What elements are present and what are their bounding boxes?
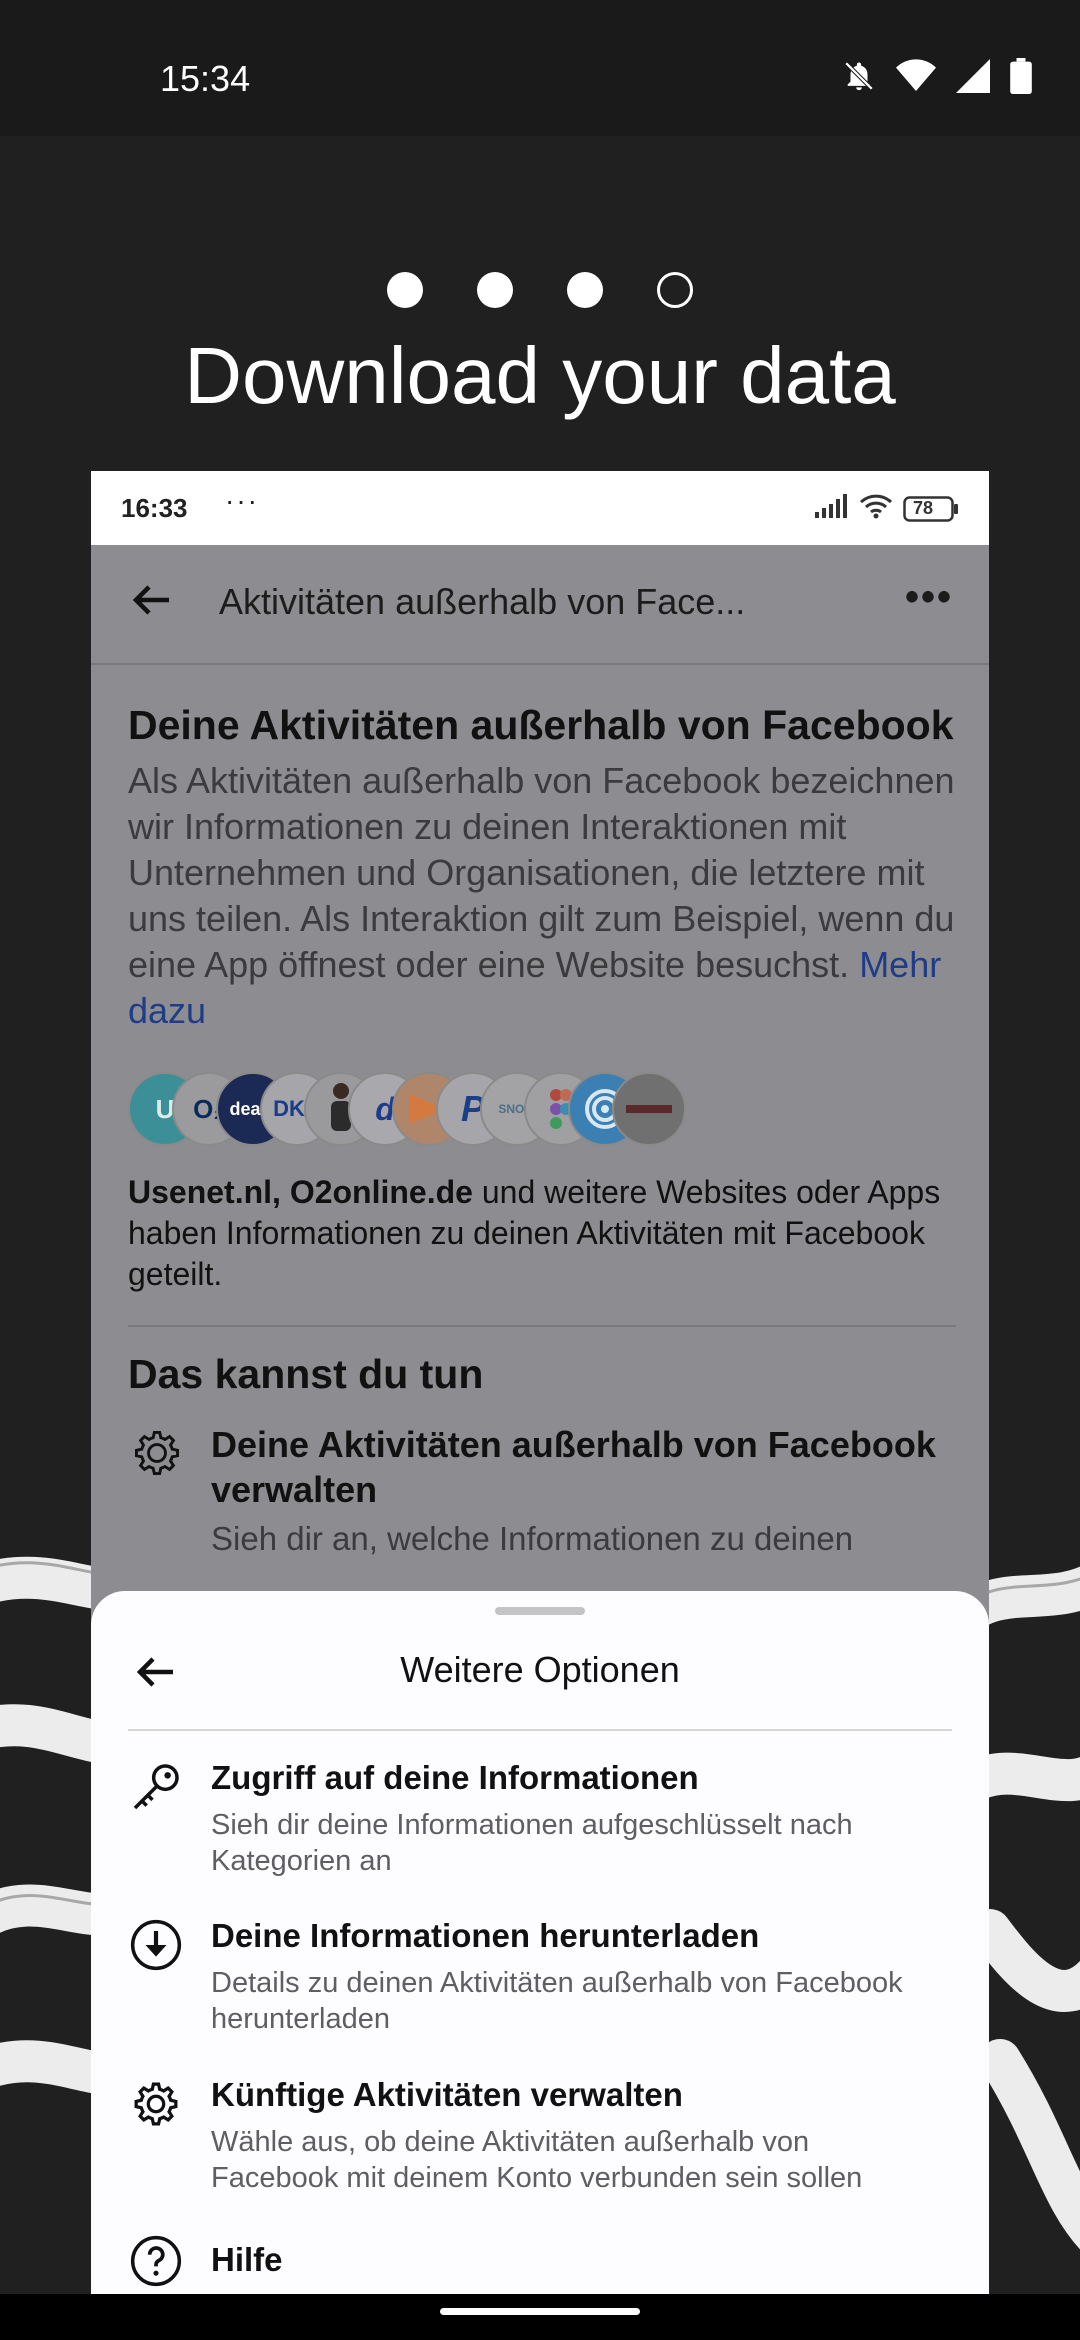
page-dot-1 bbox=[387, 272, 423, 308]
inner-battery-icon: 78 bbox=[903, 495, 959, 522]
option-manage-future-title: Künftige Aktivitäten verwalten bbox=[211, 2076, 683, 2113]
key-icon bbox=[128, 1759, 184, 1820]
inner-status-icons: 78 bbox=[815, 493, 959, 524]
section-title: Das kannst du tun bbox=[128, 1351, 484, 1397]
activity-heading: Deine Aktivitäten außerhalb von Facebook bbox=[128, 702, 954, 748]
manage-activity-row[interactable]: Deine Aktivitäten außerhalb von Facebook… bbox=[128, 1422, 956, 1558]
onboarding-headline: Download your data bbox=[184, 331, 896, 420]
inner-status-more: ··· bbox=[225, 485, 259, 516]
fb-app-header: Aktivitäten außerhalb von Face... ••• bbox=[91, 545, 989, 665]
more-options-sheet: Weitere Optionen Zugriff auf deine Infor… bbox=[91, 1591, 989, 2294]
activity-description-text: Als Aktivitäten außerhalb von Facebook b… bbox=[128, 760, 955, 985]
page-indicator bbox=[0, 272, 1080, 308]
gear-icon bbox=[128, 2076, 184, 2137]
option-download-info-subtitle: Details zu deinen Aktivitäten außerhalb … bbox=[211, 1967, 903, 2035]
option-help[interactable]: Hilfe bbox=[128, 2233, 952, 2293]
download-icon bbox=[128, 1917, 184, 1978]
more-options-icon[interactable]: ••• bbox=[905, 575, 953, 620]
fb-content: Deine Aktivitäten außerhalb von Facebook… bbox=[128, 699, 956, 1558]
gear-icon bbox=[128, 1424, 186, 1487]
fb-header-title: Aktivitäten außerhalb von Face... bbox=[219, 581, 746, 622]
shared-sites-bold: Usenet.nl, O2online.de bbox=[128, 1174, 473, 1210]
manage-activity-subtitle: Sieh dir an, welche Informationen zu dei… bbox=[211, 1520, 854, 1557]
page-dot-4 bbox=[657, 272, 693, 308]
content-divider bbox=[128, 1325, 956, 1327]
sheet-title: Weitere Optionen bbox=[400, 1649, 680, 1690]
status-icons bbox=[842, 58, 1032, 94]
back-arrow-icon[interactable] bbox=[131, 583, 171, 622]
activity-description: Als Aktivitäten außerhalb von Facebook b… bbox=[128, 758, 956, 1034]
help-icon bbox=[128, 2233, 184, 2294]
signal-icon bbox=[956, 59, 990, 93]
inner-status-time: 16:33 bbox=[121, 493, 188, 523]
manage-activity-title: Deine Aktivitäten außerhalb von Facebook… bbox=[211, 1424, 936, 1510]
embedded-screenshot: 16:33 ··· 78 Aktivitäten außerhalb von F… bbox=[91, 471, 989, 2294]
navigation-bar bbox=[0, 2294, 1080, 2340]
option-help-title: Hilfe bbox=[211, 2241, 283, 2278]
inner-battery-level: 78 bbox=[913, 497, 934, 518]
bell-off-icon bbox=[842, 59, 876, 93]
option-access-info[interactable]: Zugriff auf deine Informationen Sieh dir… bbox=[128, 1759, 952, 1879]
option-access-info-subtitle: Sieh dir deine Informationen aufgeschlüs… bbox=[211, 1809, 853, 1877]
sheet-drag-handle[interactable] bbox=[495, 1607, 585, 1615]
shared-sites-text: Usenet.nl, O2online.de und weitere Websi… bbox=[128, 1172, 956, 1295]
battery-icon bbox=[1010, 58, 1032, 94]
option-access-info-title: Zugriff auf deine Informationen bbox=[211, 1759, 699, 1796]
wifi-icon bbox=[896, 59, 936, 93]
page-dot-2 bbox=[477, 272, 513, 308]
status-bar: 15:34 bbox=[0, 0, 1080, 136]
sheet-divider bbox=[128, 1729, 952, 1731]
option-manage-future-subtitle: Wähle aus, ob deine Aktivitäten außerhal… bbox=[211, 2126, 863, 2194]
business-logos: U O₂ dealo DKB d P SNOW bbox=[128, 1072, 956, 1152]
logo-dark bbox=[612, 1072, 686, 1146]
home-gesture-pill[interactable] bbox=[440, 2308, 640, 2315]
option-manage-future[interactable]: Künftige Aktivitäten verwalten Wähle aus… bbox=[128, 2076, 952, 2196]
option-download-info[interactable]: Deine Informationen herunterladen Detail… bbox=[128, 1917, 952, 2037]
status-time: 15:34 bbox=[160, 58, 251, 99]
inner-status-bar: 16:33 ··· 78 bbox=[91, 471, 989, 545]
inner-wifi-icon bbox=[859, 493, 893, 524]
page-dot-3 bbox=[567, 272, 603, 308]
option-download-info-title: Deine Informationen herunterladen bbox=[211, 1917, 760, 1954]
inner-signal-icon bbox=[815, 494, 849, 523]
